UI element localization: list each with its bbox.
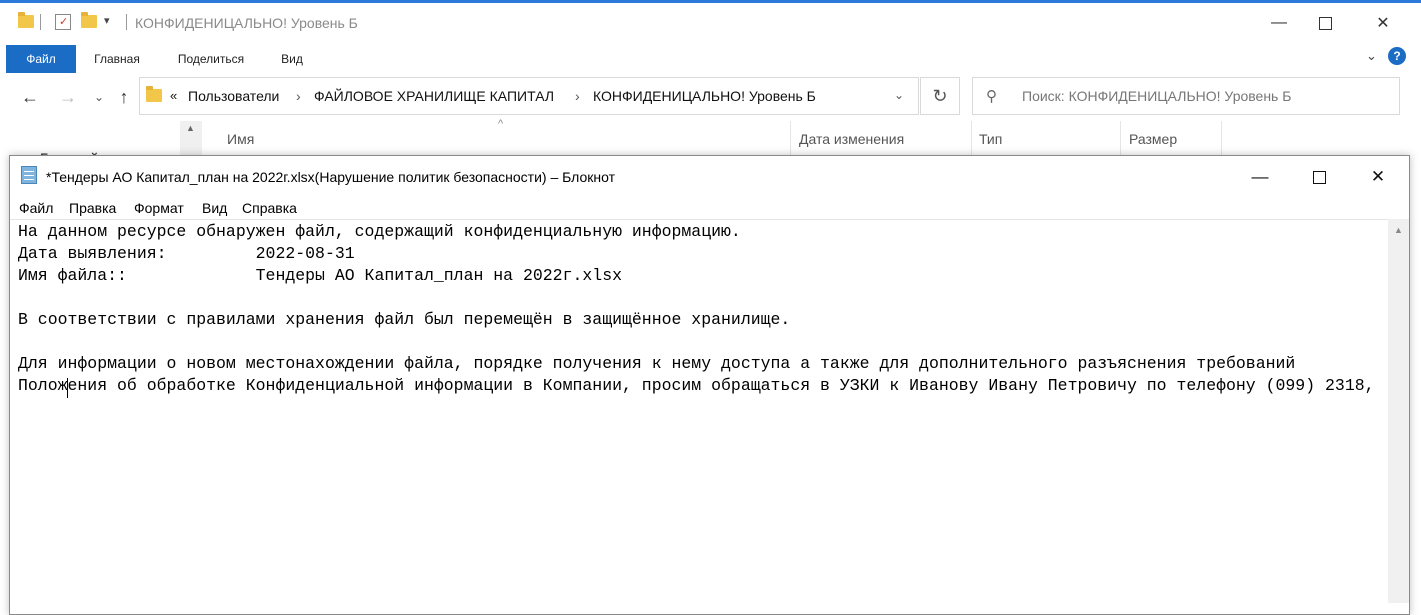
search-icon: ⚲ [986,88,997,105]
menu-file[interactable]: Файл [19,200,53,216]
text-line: На данном ресурсе обнаружен файл, содерж… [18,222,741,241]
menu-help[interactable]: Справка [242,200,297,216]
refresh-icon: ↻ [932,85,948,106]
tab-home[interactable]: Главная [82,45,152,73]
text-line: Имя файла:: Тендеры АО Капитал_план на 2… [18,266,622,285]
overflow-chevron-icon[interactable]: « [170,88,177,103]
refresh-button[interactable]: ↻ [920,77,960,115]
column-date[interactable]: Дата изменения [799,131,904,147]
explorer-title: КОНФИДЕНИЦАЛЬНО! Уровень Б [135,15,358,31]
divider [971,121,972,157]
vertical-scrollbar[interactable]: ▲ [1388,219,1409,603]
notepad-title: *Тендеры АО Капитал_план на 2022г.xlsx(Н… [46,169,616,185]
divider [126,14,127,30]
address-dropdown-icon[interactable]: ⌄ [894,88,904,102]
tab-file[interactable]: Файл [6,45,76,73]
back-arrow-icon[interactable]: ← [19,86,41,108]
divider [1120,121,1121,157]
help-icon[interactable]: ? [1388,47,1406,65]
tab-view[interactable]: Вид [270,45,314,73]
column-size[interactable]: Размер [1129,131,1177,147]
chevron-right-icon: › [575,88,580,104]
divider [1221,121,1222,157]
sort-chevron-icon: ^ [498,118,504,130]
menu-edit[interactable]: Правка [69,200,116,216]
menu-view[interactable]: Вид [202,200,227,216]
divider [40,14,41,30]
search-placeholder: Поиск: КОНФИДЕНИЦАЛЬНО! Уровень Б [1022,88,1292,104]
breadcrumb-users[interactable]: Пользователи [188,88,279,104]
notepad-minimize-button[interactable]: — [1235,163,1285,191]
chevron-down-icon[interactable]: ⌄ [1366,48,1377,64]
recent-locations-icon[interactable]: ⌄ [88,86,110,108]
column-type[interactable]: Тип [979,131,1002,147]
folder-icon [18,12,34,30]
column-header-bar [0,121,1421,158]
maximize-button[interactable] [1302,3,1348,43]
up-arrow-icon[interactable]: ↑ [113,86,135,108]
breadcrumb-current[interactable]: КОНФИДЕНИЦАЛЬНО! Уровень Б [593,88,816,104]
new-folder-icon[interactable] [81,12,97,30]
menu-format[interactable]: Формат [134,200,184,216]
text-cursor [67,378,68,398]
minimize-button[interactable]: — [1256,3,1302,43]
breadcrumb-storage[interactable]: ФАЙЛОВОЕ ХРАНИЛИЩЕ КАПИТАЛ [314,88,554,104]
folder-icon [146,86,162,102]
text-line: Дата выявления: 2022-08-31 [18,244,355,263]
text-line: В соответствии с правилами хранения файл… [18,310,791,329]
customize-quick-access-icon[interactable]: ▾ [104,14,110,27]
scroll-up-icon[interactable]: ▲ [1394,225,1403,235]
text-line: Для информации о новом местонахождении ф… [18,354,1296,373]
notepad-icon [21,166,37,184]
notepad-maximize-button[interactable] [1294,163,1344,191]
forward-arrow-icon[interactable]: → [57,86,79,108]
divider [790,121,791,157]
notepad-close-button[interactable]: ✕ [1353,163,1403,191]
properties-icon[interactable]: ✓ [55,14,71,30]
tab-share[interactable]: Поделиться [166,45,256,73]
text-line: Положения об обработке Конфиденциальной … [18,376,1375,395]
chevron-right-icon: › [296,88,301,104]
column-name[interactable]: Имя [227,131,254,147]
close-button[interactable]: ✕ [1360,3,1406,43]
